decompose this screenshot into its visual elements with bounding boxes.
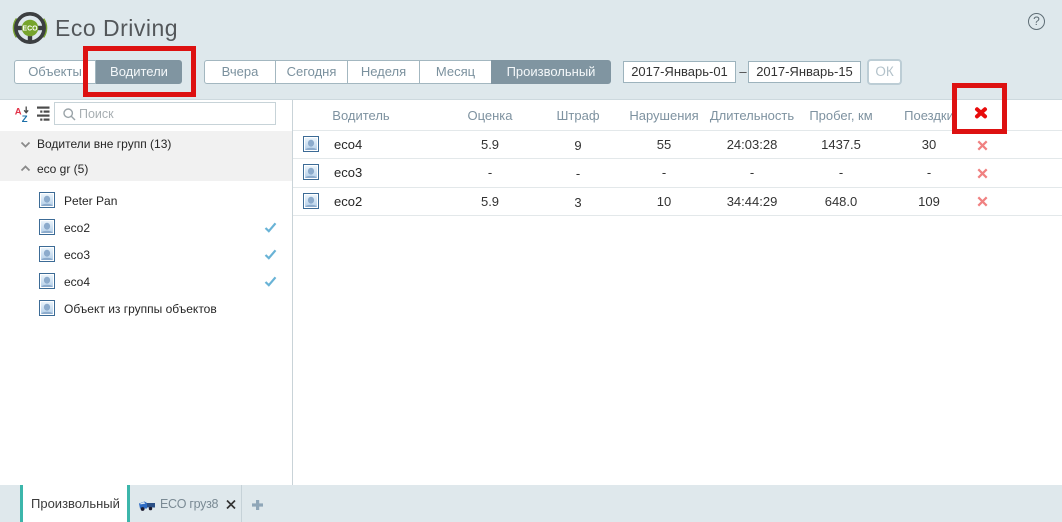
svg-text:Z: Z — [22, 114, 28, 123]
svg-text:A: A — [15, 107, 22, 118]
svg-text:ECO: ECO — [22, 26, 38, 33]
